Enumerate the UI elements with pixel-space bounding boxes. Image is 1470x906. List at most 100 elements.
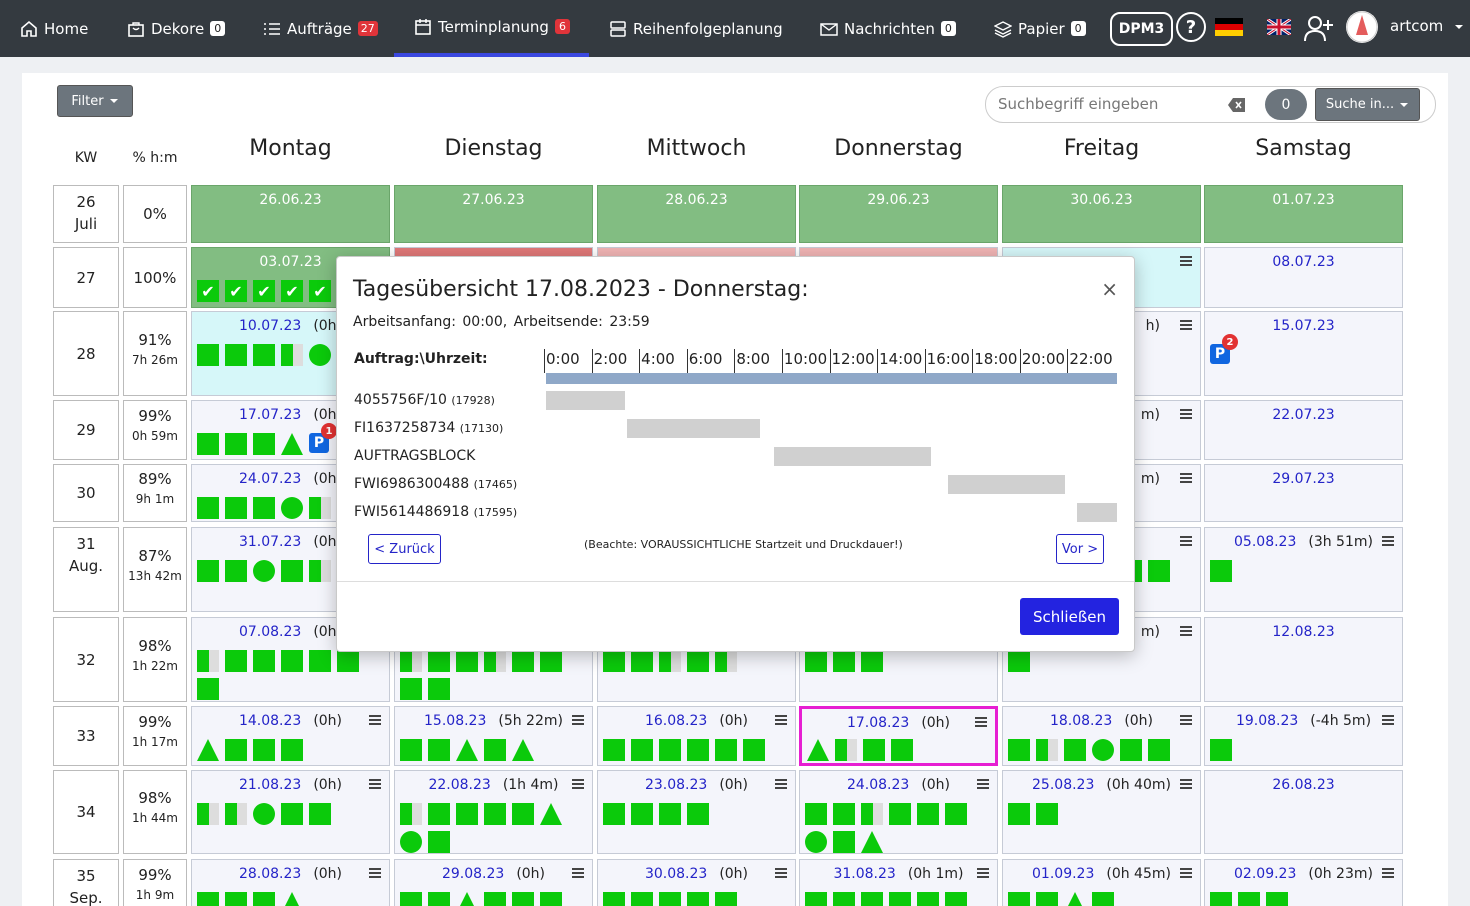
nav-papier[interactable]: Papier 0: [994, 0, 1086, 57]
job-square-icon[interactable]: [1008, 739, 1030, 761]
job-triangle-icon[interactable]: [540, 803, 562, 825]
job-triangle-icon[interactable]: [197, 739, 219, 761]
job-square-icon[interactable]: [253, 739, 275, 761]
day-cell[interactable]: 30.08.23 (0h): [597, 859, 796, 906]
day-date[interactable]: 15.07.23: [1205, 318, 1402, 334]
nav-auftraege[interactable]: Aufträge 27: [263, 0, 378, 57]
day-date[interactable]: 08.07.23: [1205, 254, 1402, 270]
job-square-icon[interactable]: [659, 803, 681, 825]
hamburger-menu-icon[interactable]: [1180, 409, 1192, 419]
day-cell[interactable]: 26.06.23: [191, 185, 390, 243]
day-date[interactable]: 02.09.23 (0h 23m): [1205, 866, 1402, 882]
date-link[interactable]: 26.08.23: [1272, 777, 1334, 793]
date-link[interactable]: 05.08.23: [1234, 534, 1296, 550]
job-partial-square-icon[interactable]: [835, 739, 857, 761]
day-date[interactable]: 22.07.23: [1205, 407, 1402, 423]
day-date[interactable]: 17.08.23 (0h): [802, 715, 995, 731]
day-date[interactable]: 18.08.23 (0h): [1003, 713, 1200, 729]
nav-terminplanung[interactable]: Terminplanung 6: [394, 0, 589, 57]
date-link[interactable]: 22.08.23: [428, 777, 490, 793]
job-circle-icon[interactable]: [253, 560, 275, 582]
job-square-icon[interactable]: [833, 892, 855, 906]
job-square-icon[interactable]: [197, 344, 219, 366]
date-link[interactable]: 24.08.23: [847, 777, 909, 793]
job-square-icon[interactable]: [540, 650, 562, 672]
job-triangle-icon[interactable]: [1064, 892, 1086, 906]
job-triangle-icon[interactable]: [512, 739, 534, 761]
date-link[interactable]: 31.08.23: [833, 866, 895, 882]
job-square-icon[interactable]: [1210, 560, 1232, 582]
hamburger-menu-icon[interactable]: [1180, 779, 1192, 789]
job-square-icon[interactable]: [833, 803, 855, 825]
date-link[interactable]: 29.07.23: [1272, 471, 1334, 487]
job-square-icon[interactable]: [456, 650, 478, 672]
job-partial-square-icon[interactable]: [309, 497, 331, 519]
job-square-icon[interactable]: [456, 803, 478, 825]
job-square-icon[interactable]: [197, 678, 219, 700]
date-link[interactable]: 17.08.23: [847, 715, 909, 731]
day-cell[interactable]: 17.08.23 (0h): [799, 706, 998, 766]
day-cell[interactable]: 05.08.23 (3h 51m): [1204, 527, 1403, 612]
hamburger-menu-icon[interactable]: [775, 779, 787, 789]
job-square-icon[interactable]: [225, 560, 247, 582]
date-link[interactable]: 27.06.23: [462, 192, 524, 208]
job-square-icon[interactable]: [861, 892, 883, 906]
hamburger-menu-icon[interactable]: [572, 868, 584, 878]
day-date[interactable]: 30.06.23: [1003, 192, 1200, 208]
day-date[interactable]: 26.06.23: [192, 192, 389, 208]
job-square-icon[interactable]: [863, 739, 885, 761]
job-partial-square-icon[interactable]: [715, 650, 737, 672]
day-cell[interactable]: 31.08.23 (0h 1m): [799, 859, 998, 906]
job-gantt-bar[interactable]: [774, 447, 932, 466]
back-button[interactable]: < Zurück: [368, 534, 441, 564]
job-gantt-bar[interactable]: [626, 419, 761, 438]
job-partial-square-icon[interactable]: [281, 344, 303, 366]
job-partial-square-icon[interactable]: [400, 650, 422, 672]
hamburger-menu-icon[interactable]: [977, 868, 989, 878]
day-date[interactable]: 28.08.23 (0h): [192, 866, 389, 882]
date-link[interactable]: 01.09.23: [1032, 866, 1094, 882]
job-square-icon[interactable]: [631, 650, 653, 672]
day-date[interactable]: 12.08.23: [1205, 624, 1402, 640]
day-date[interactable]: 16.08.23 (0h): [598, 713, 795, 729]
job-partial-square-icon[interactable]: [197, 803, 219, 825]
date-link[interactable]: 14.08.23: [239, 713, 301, 729]
date-link[interactable]: 02.09.23: [1234, 866, 1296, 882]
day-cell[interactable]: 29.08.23 (0h): [394, 859, 593, 906]
job-square-icon[interactable]: [1008, 803, 1030, 825]
hamburger-menu-icon[interactable]: [1180, 626, 1192, 636]
day-cell[interactable]: 23.08.23 (0h): [597, 770, 796, 854]
job-square-icon[interactable]: [428, 831, 450, 853]
day-cell[interactable]: 29.07.23: [1204, 464, 1403, 522]
day-date[interactable]: 26.08.23: [1205, 777, 1402, 793]
job-square-icon[interactable]: [484, 803, 506, 825]
job-square-icon[interactable]: [1266, 892, 1288, 906]
job-triangle-icon[interactable]: [456, 739, 478, 761]
day-date[interactable]: 31.08.23 (0h 1m): [800, 866, 997, 882]
day-cell[interactable]: 30.06.23: [1002, 185, 1201, 243]
job-square-icon[interactable]: [659, 739, 681, 761]
close-button[interactable]: Schließen: [1020, 598, 1119, 635]
job-square-icon[interactable]: [281, 803, 303, 825]
job-square-icon[interactable]: [253, 650, 275, 672]
parking-icon[interactable]: P1: [309, 423, 337, 453]
date-link[interactable]: 28.06.23: [665, 192, 727, 208]
day-cell[interactable]: 16.08.23 (0h): [597, 706, 796, 766]
day-cell[interactable]: 01.07.23: [1204, 185, 1403, 243]
search-input[interactable]: [998, 95, 1218, 113]
close-icon[interactable]: ×: [1101, 277, 1118, 301]
day-date[interactable]: 01.07.23: [1205, 192, 1402, 208]
hamburger-menu-icon[interactable]: [975, 717, 987, 727]
day-date[interactable]: 19.08.23 (-4h 5m): [1205, 713, 1402, 729]
job-circle-icon[interactable]: [805, 831, 827, 853]
date-link[interactable]: 30.06.23: [1070, 192, 1132, 208]
job-triangle-icon[interactable]: [456, 892, 478, 906]
day-date[interactable]: 23.08.23 (0h): [598, 777, 795, 793]
job-partial-square-icon[interactable]: [197, 650, 219, 672]
day-cell[interactable]: 02.09.23 (0h 23m): [1204, 859, 1403, 906]
date-link[interactable]: 23.08.23: [645, 777, 707, 793]
day-date[interactable]: 29.08.23 (0h): [395, 866, 592, 882]
day-date[interactable]: 24.08.23 (0h): [800, 777, 997, 793]
day-cell[interactable]: 27.06.23: [394, 185, 593, 243]
job-square-icon[interactable]: [225, 433, 247, 455]
